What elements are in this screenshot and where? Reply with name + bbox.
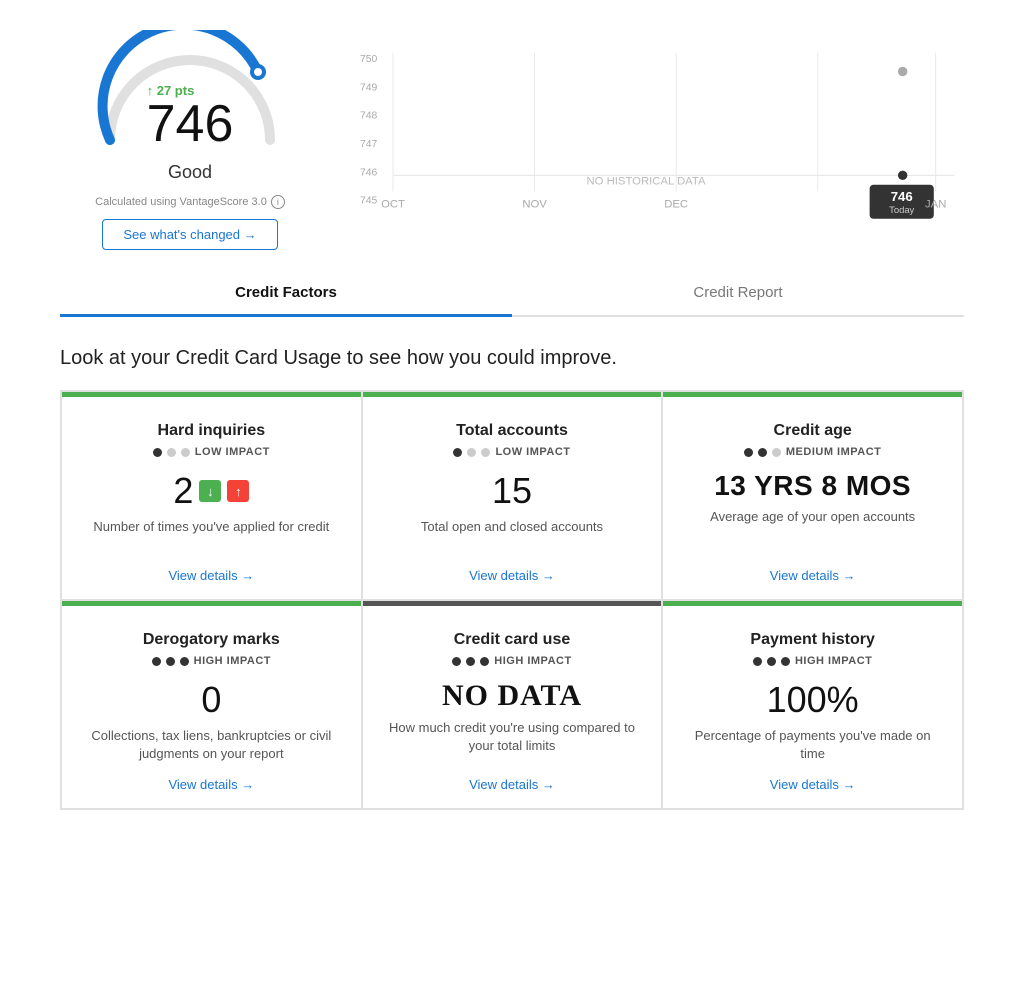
dot-3 bbox=[180, 657, 189, 666]
svg-text:748: 748 bbox=[360, 111, 378, 122]
card-title-hard-inquiries: Hard inquiries bbox=[158, 422, 266, 440]
svg-text:Today: Today bbox=[889, 204, 914, 215]
tab-credit-report[interactable]: Credit Report bbox=[512, 270, 964, 315]
cards-grid: Hard inquiries LOW IMPACT 2 ↓ ↑ Number o… bbox=[60, 390, 964, 810]
chart-prev-dot bbox=[898, 67, 907, 76]
dot-1 bbox=[453, 448, 462, 457]
vantage-text: Calculated using VantageScore 3.0 i bbox=[95, 195, 285, 209]
view-details-derogatory-marks[interactable]: View details → bbox=[168, 777, 254, 792]
card-hard-inquiries: Hard inquiries LOW IMPACT 2 ↓ ↑ Number o… bbox=[61, 391, 362, 600]
card-title-derogatory-marks: Derogatory marks bbox=[143, 631, 280, 649]
svg-text:JAN: JAN bbox=[925, 198, 946, 210]
arrow-down-badge: ↓ bbox=[199, 480, 221, 502]
view-details-payment-history[interactable]: View details → bbox=[770, 777, 856, 792]
svg-text:747: 747 bbox=[360, 139, 378, 150]
gauge-number: 746 bbox=[147, 98, 234, 150]
dot-3 bbox=[181, 448, 190, 457]
dot-1 bbox=[744, 448, 753, 457]
svg-text:746: 746 bbox=[891, 189, 913, 204]
view-details-credit-age[interactable]: View details → bbox=[770, 568, 856, 583]
impact-row-payment-history: HIGH IMPACT bbox=[753, 655, 872, 667]
promo-text: Look at your Credit Card Usage to see ho… bbox=[0, 317, 1024, 390]
view-details-credit-card-use[interactable]: View details → bbox=[469, 777, 555, 792]
card-value-derogatory-marks: 0 bbox=[201, 679, 221, 721]
card-title-credit-card-use: Credit card use bbox=[454, 631, 570, 649]
card-value-credit-age: 13 YRS 8 MOS bbox=[714, 470, 911, 502]
card-total-accounts: Total accounts LOW IMPACT 15 Total open … bbox=[362, 391, 663, 600]
svg-text:NOV: NOV bbox=[522, 198, 547, 210]
tab-credit-factors[interactable]: Credit Factors bbox=[60, 270, 512, 315]
see-changed-button[interactable]: See what's changed → bbox=[102, 219, 277, 250]
view-details-total-accounts[interactable]: View details → bbox=[469, 568, 555, 583]
dot-3 bbox=[480, 657, 489, 666]
impact-row-total-accounts: LOW IMPACT bbox=[453, 446, 570, 458]
dot-1 bbox=[153, 448, 162, 457]
dot-3 bbox=[781, 657, 790, 666]
card-desc-credit-age: Average age of your open accounts bbox=[710, 508, 915, 544]
gauge-needle-inner bbox=[254, 68, 262, 76]
card-credit-card-use: Credit card use HIGH IMPACT No Data How … bbox=[362, 600, 663, 809]
impact-row-derogatory-marks: HIGH IMPACT bbox=[152, 655, 271, 667]
card-desc-credit-card-use: How much credit you're using compared to… bbox=[383, 719, 642, 755]
score-chart: 750 749 748 747 746 745 NO HISTORICAL DA… bbox=[360, 40, 964, 220]
dot-3 bbox=[481, 448, 490, 457]
impact-row-credit-age: MEDIUM IMPACT bbox=[744, 446, 882, 458]
info-icon[interactable]: i bbox=[271, 195, 285, 209]
card-title-total-accounts: Total accounts bbox=[456, 422, 568, 440]
card-desc-payment-history: Percentage of payments you've made on ti… bbox=[683, 727, 942, 763]
card-title-credit-age: Credit age bbox=[774, 422, 852, 440]
dot-3 bbox=[772, 448, 781, 457]
card-title-payment-history: Payment history bbox=[750, 631, 874, 649]
chart-container: 750 749 748 747 746 745 NO HISTORICAL DA… bbox=[360, 30, 964, 230]
svg-text:DEC: DEC bbox=[664, 198, 688, 210]
dot-2 bbox=[166, 657, 175, 666]
gauge-grade: Good bbox=[168, 162, 212, 183]
card-value-credit-card-use: No Data bbox=[442, 679, 582, 713]
card-desc-derogatory-marks: Collections, tax liens, bankruptcies or … bbox=[82, 727, 341, 763]
svg-text:745: 745 bbox=[360, 196, 378, 207]
svg-text:749: 749 bbox=[360, 82, 378, 93]
impact-row-hard-inquiries: LOW IMPACT bbox=[153, 446, 270, 458]
dot-1 bbox=[152, 657, 161, 666]
dot-1 bbox=[452, 657, 461, 666]
dot-2 bbox=[758, 448, 767, 457]
gauge-wrapper: ↑ 27 pts 746 bbox=[90, 30, 290, 150]
dot-2 bbox=[767, 657, 776, 666]
arrow-up-badge: ↑ bbox=[227, 480, 249, 502]
svg-text:750: 750 bbox=[360, 54, 378, 65]
card-value-total-accounts: 15 bbox=[492, 470, 532, 512]
dot-1 bbox=[753, 657, 762, 666]
tabs-container: Credit Factors Credit Report bbox=[60, 270, 964, 317]
dot-2 bbox=[466, 657, 475, 666]
impact-row-credit-card-use: HIGH IMPACT bbox=[452, 655, 571, 667]
dot-2 bbox=[467, 448, 476, 457]
gauge-container: ↑ 27 pts 746 Good Calculated using Vanta… bbox=[60, 30, 320, 250]
gauge-score: ↑ 27 pts 746 bbox=[147, 83, 234, 150]
card-payment-history: Payment history HIGH IMPACT 100% Percent… bbox=[662, 600, 963, 809]
card-desc-total-accounts: Total open and closed accounts bbox=[421, 518, 603, 554]
card-credit-age: Credit age MEDIUM IMPACT 13 YRS 8 MOS Av… bbox=[662, 391, 963, 600]
card-desc-hard-inquiries: Number of times you've applied for credi… bbox=[93, 518, 329, 554]
card-value-hard-inquiries: 2 ↓ ↑ bbox=[173, 470, 249, 512]
svg-text:OCT: OCT bbox=[381, 198, 405, 210]
card-value-payment-history: 100% bbox=[767, 679, 859, 721]
svg-text:746: 746 bbox=[360, 167, 378, 178]
chart-today-dot bbox=[898, 171, 907, 180]
svg-text:NO HISTORICAL DATA: NO HISTORICAL DATA bbox=[587, 176, 706, 188]
dot-2 bbox=[167, 448, 176, 457]
card-derogatory-marks: Derogatory marks HIGH IMPACT 0 Collectio… bbox=[61, 600, 362, 809]
view-details-hard-inquiries[interactable]: View details → bbox=[168, 568, 254, 583]
